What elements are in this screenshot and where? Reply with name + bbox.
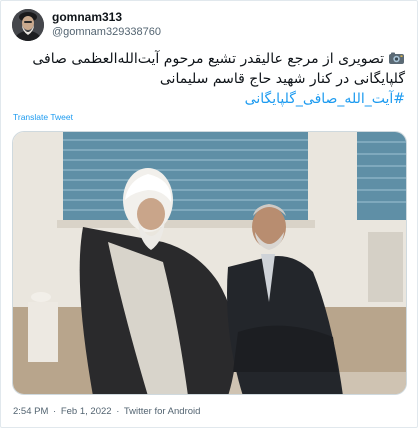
tweet-header: gomnam313 @gomnam329338760 — [12, 9, 161, 43]
tweet-photo[interactable] — [12, 131, 407, 395]
tweet-card: gomnam313 @gomnam329338760 تصویری از مرج… — [0, 0, 418, 428]
tweet-time[interactable]: 2:54 PM — [13, 406, 48, 417]
hashtag-link[interactable]: #آیت_الله_صافی_گلپایگانی — [245, 91, 405, 107]
author-names: gomnam313 @gomnam329338760 — [52, 10, 161, 40]
tweet-date[interactable]: Feb 1, 2022 — [61, 406, 112, 417]
author-avatar[interactable] — [12, 9, 44, 41]
author-display-name[interactable]: gomnam313 — [52, 10, 161, 25]
author-handle[interactable]: @gomnam329338760 — [52, 25, 161, 40]
photo-image — [13, 132, 406, 394]
tweet-body-text: تصویری از مرجع عالیقدر تشیع مرحوم آیت‌ال… — [32, 51, 405, 87]
tweet-meta: 2:54 PM · Feb 1, 2022 · Twitter for Andr… — [13, 406, 202, 417]
meta-separator-2: · — [116, 406, 120, 417]
tweet-text: تصویری از مرجع عالیقدر تشیع مرحوم آیت‌ال… — [11, 49, 405, 109]
translate-tweet-link[interactable]: Translate Tweet — [13, 112, 73, 122]
meta-separator: · — [53, 406, 57, 417]
tweet-source[interactable]: Twitter for Android — [124, 406, 201, 417]
avatar-portrait-icon — [12, 9, 44, 41]
camera-flash-icon — [388, 51, 405, 65]
